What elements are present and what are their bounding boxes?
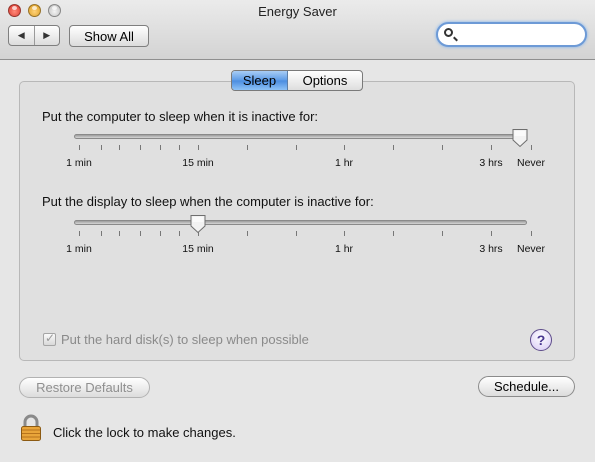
chevron-right-icon: ▶ bbox=[43, 30, 51, 40]
slider-tick-mark bbox=[119, 145, 120, 150]
computer-sleep-label: Put the computer to sleep when it is ina… bbox=[42, 109, 319, 124]
slider-tick-mark bbox=[531, 231, 532, 236]
display-sleep-tick-1min: 1 min bbox=[66, 243, 92, 255]
display-sleep-slider-track[interactable] bbox=[74, 220, 527, 225]
display-sleep-tick-3hrs: 3 hrs bbox=[479, 243, 503, 255]
slider-tick-mark bbox=[344, 231, 345, 236]
computer-sleep-tick-15min: 15 min bbox=[182, 157, 214, 169]
slider-tick-mark bbox=[160, 145, 161, 150]
slider-tick-mark bbox=[247, 145, 248, 150]
window-title: Energy Saver bbox=[258, 4, 337, 19]
slider-tick-mark bbox=[140, 231, 141, 236]
tab-sleep[interactable]: Sleep bbox=[232, 71, 288, 90]
slider-tick-mark bbox=[531, 145, 532, 150]
slider-tick-mark bbox=[79, 231, 80, 236]
slider-tick-mark bbox=[101, 231, 102, 236]
tab-options[interactable]: Options bbox=[288, 71, 362, 90]
lock-message: Click the lock to make changes. bbox=[53, 425, 236, 440]
hard-disk-sleep-label: Put the hard disk(s) to sleep when possi… bbox=[61, 332, 309, 347]
chevron-left-icon: ◀ bbox=[17, 30, 25, 40]
slider-tick-mark bbox=[296, 145, 297, 150]
computer-sleep-tick-1min: 1 min bbox=[66, 157, 92, 169]
display-sleep-tick-never: Never bbox=[516, 243, 546, 255]
computer-sleep-tick-never: Never bbox=[516, 157, 546, 169]
slider-tick-mark bbox=[491, 145, 492, 150]
slider-tick-mark bbox=[79, 145, 80, 150]
slider-tick-mark bbox=[198, 145, 199, 150]
slider-tick-mark bbox=[179, 231, 180, 236]
forward-button[interactable]: ▶ bbox=[35, 26, 60, 45]
slider-tick-mark bbox=[247, 231, 248, 236]
computer-sleep-slider-track[interactable] bbox=[74, 134, 527, 139]
slider-tick-mark bbox=[119, 231, 120, 236]
display-sleep-tick-15min: 15 min bbox=[182, 243, 214, 255]
slider-tick-mark bbox=[140, 145, 141, 150]
schedule-button[interactable]: Schedule... bbox=[478, 376, 575, 397]
restore-defaults-button[interactable]: Restore Defaults bbox=[19, 377, 150, 398]
help-button[interactable]: ? bbox=[530, 329, 552, 351]
search-icon bbox=[444, 28, 453, 37]
slider-tick-mark bbox=[179, 145, 180, 150]
slider-tick-mark bbox=[442, 231, 443, 236]
slider-tick-mark bbox=[393, 231, 394, 236]
display-sleep-slider-thumb[interactable] bbox=[190, 214, 207, 234]
slider-tick-mark bbox=[393, 145, 394, 150]
computer-sleep-slider-thumb[interactable] bbox=[512, 128, 529, 148]
search-field[interactable] bbox=[436, 22, 587, 47]
computer-sleep-tick-3hrs: 3 hrs bbox=[479, 157, 503, 169]
display-sleep-tick-1hr: 1 hr bbox=[334, 243, 354, 255]
slider-tick-mark bbox=[160, 231, 161, 236]
slider-tick-mark bbox=[344, 145, 345, 150]
show-all-button[interactable]: Show All bbox=[69, 25, 149, 47]
hard-disk-sleep-checkbox[interactable] bbox=[43, 331, 56, 346]
slider-tick-mark bbox=[442, 145, 443, 150]
hard-disk-sleep-option: Put the hard disk(s) to sleep when possi… bbox=[43, 331, 309, 347]
tab-bar: Sleep Options bbox=[231, 70, 363, 91]
back-button[interactable]: ◀ bbox=[9, 26, 35, 45]
padlock-icon[interactable] bbox=[20, 414, 42, 442]
slider-tick-mark bbox=[101, 145, 102, 150]
slider-tick-mark bbox=[296, 231, 297, 236]
back-forward-control: ◀ ▶ bbox=[8, 25, 60, 46]
window-titlebar: Energy Saver ◀ ▶ Show All bbox=[0, 0, 595, 60]
display-sleep-label: Put the display to sleep when the comput… bbox=[42, 194, 374, 209]
computer-sleep-tick-1hr: 1 hr bbox=[334, 157, 354, 169]
slider-tick-mark bbox=[491, 231, 492, 236]
